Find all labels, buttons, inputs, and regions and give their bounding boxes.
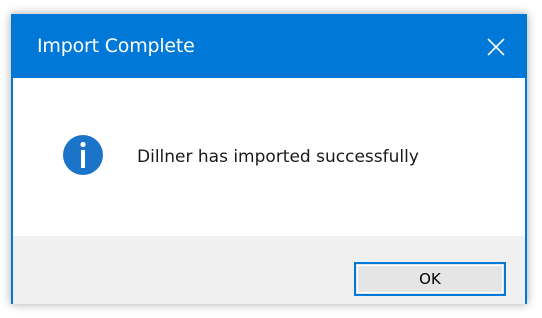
dialog-message: Dillner has imported successfully bbox=[137, 147, 419, 167]
dialog-title: Import Complete bbox=[37, 35, 195, 57]
ok-button[interactable]: OK bbox=[354, 262, 506, 296]
info-icon bbox=[63, 135, 103, 175]
dialog-footer: OK bbox=[13, 236, 525, 304]
title-bar[interactable]: Import Complete bbox=[13, 16, 525, 78]
ok-button-label: OK bbox=[419, 270, 441, 288]
close-icon bbox=[487, 38, 505, 56]
close-button[interactable] bbox=[467, 16, 525, 78]
import-complete-dialog: Import Complete Dillner has imported suc… bbox=[11, 14, 527, 304]
dialog-content: Dillner has imported successfully bbox=[13, 78, 525, 236]
